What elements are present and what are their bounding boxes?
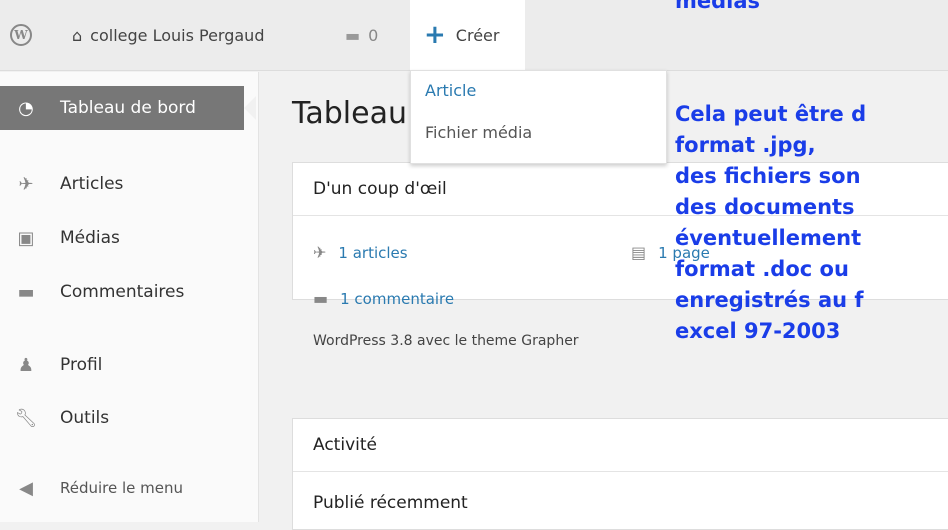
wrench-icon: 🔧︎ — [14, 407, 38, 429]
overlay-line: excel 97-2003 — [675, 319, 841, 343]
overlay-line: des fichiers son — [675, 164, 861, 188]
new-content-menu: Article Fichier média — [410, 70, 667, 164]
menu-item-media-file[interactable]: Fichier média — [425, 123, 532, 142]
overlay-line: Cela peut être d — [675, 102, 867, 126]
overlay-paragraph: Cela peut être d format .jpg, des fichie… — [675, 99, 866, 347]
sidebar-item-label: Profil — [60, 355, 103, 375]
admin-sidebar: ◔ Tableau de bord ✈ Articles ▣ Médias ▬ … — [0, 72, 259, 522]
articles-count-link[interactable]: ✈ 1 articles — [313, 243, 408, 262]
articles-count-label: 1 articles — [338, 243, 408, 262]
wp-version-info: WordPress 3.8 avec le theme Grapher — [313, 333, 579, 349]
comments-count-link[interactable]: ▬ 1 commentaire — [313, 289, 454, 308]
sidebar-item-dashboard[interactable]: ◔ Tableau de bord — [0, 86, 256, 130]
menu-item-article[interactable]: Article — [425, 81, 476, 100]
comments-link[interactable]: ▬ 0 — [345, 0, 378, 70]
sidebar-item-label: Médias — [60, 228, 120, 248]
pin-icon: ✈ — [18, 173, 34, 195]
page-title: Tableau — [292, 96, 407, 131]
sidebar-item-label: Tableau de bord — [60, 98, 196, 118]
plus-icon: + — [424, 20, 446, 50]
page-icon: ▤ — [631, 243, 647, 262]
sidebar-item-tools[interactable]: 🔧︎ Outils — [0, 398, 258, 438]
user-icon: ♟ — [17, 354, 35, 376]
comments-count-label: 1 commentaire — [340, 289, 455, 308]
sidebar-item-label: Réduire le menu — [60, 479, 184, 497]
home-icon: ⌂ — [72, 25, 83, 45]
wordpress-logo-icon[interactable]: W — [10, 0, 36, 70]
overlay-line: format .jpg, — [675, 133, 816, 157]
sidebar-item-media[interactable]: ▣ Médias — [0, 218, 258, 258]
site-name-label: college Louis Pergaud — [90, 25, 265, 45]
recently-published-heading: Publié récemment — [313, 493, 468, 513]
sidebar-item-collapse[interactable]: ◀ Réduire le menu — [0, 468, 258, 508]
sidebar-item-label: Commentaires — [60, 282, 185, 302]
overlay-line: format .doc ou — [675, 257, 849, 281]
sidebar-item-profile[interactable]: ♟ Profil — [0, 345, 258, 385]
overlay-line: éventuellement — [675, 226, 862, 250]
collapse-icon: ◀ — [19, 477, 33, 499]
pin-icon: ✈ — [313, 243, 327, 262]
comment-icon: ▬ — [17, 281, 35, 303]
overlay-top-text: médias — [675, 0, 761, 13]
sidebar-item-articles[interactable]: ✈ Articles — [0, 164, 258, 204]
media-icon: ▣ — [17, 227, 35, 249]
overlay-line: enregistrés au f — [675, 288, 864, 312]
new-content-label: Créer — [455, 25, 500, 45]
comment-icon: ▬ — [345, 25, 361, 45]
dashboard-icon: ◔ — [18, 97, 34, 119]
new-content-button[interactable]: + Créer — [410, 0, 525, 70]
overlay-line: des documents — [675, 195, 855, 219]
sidebar-item-label: Articles — [60, 174, 124, 194]
sidebar-item-label: Outils — [60, 408, 110, 428]
site-name-link[interactable]: ⌂ college Louis Pergaud — [72, 0, 264, 70]
sidebar-item-comments[interactable]: ▬ Commentaires — [0, 272, 258, 312]
comment-icon: ▬ — [313, 289, 329, 308]
comments-count: 0 — [368, 25, 379, 45]
overlay-annotation: médias Cela peut être d format .jpg, des… — [675, 0, 948, 450]
